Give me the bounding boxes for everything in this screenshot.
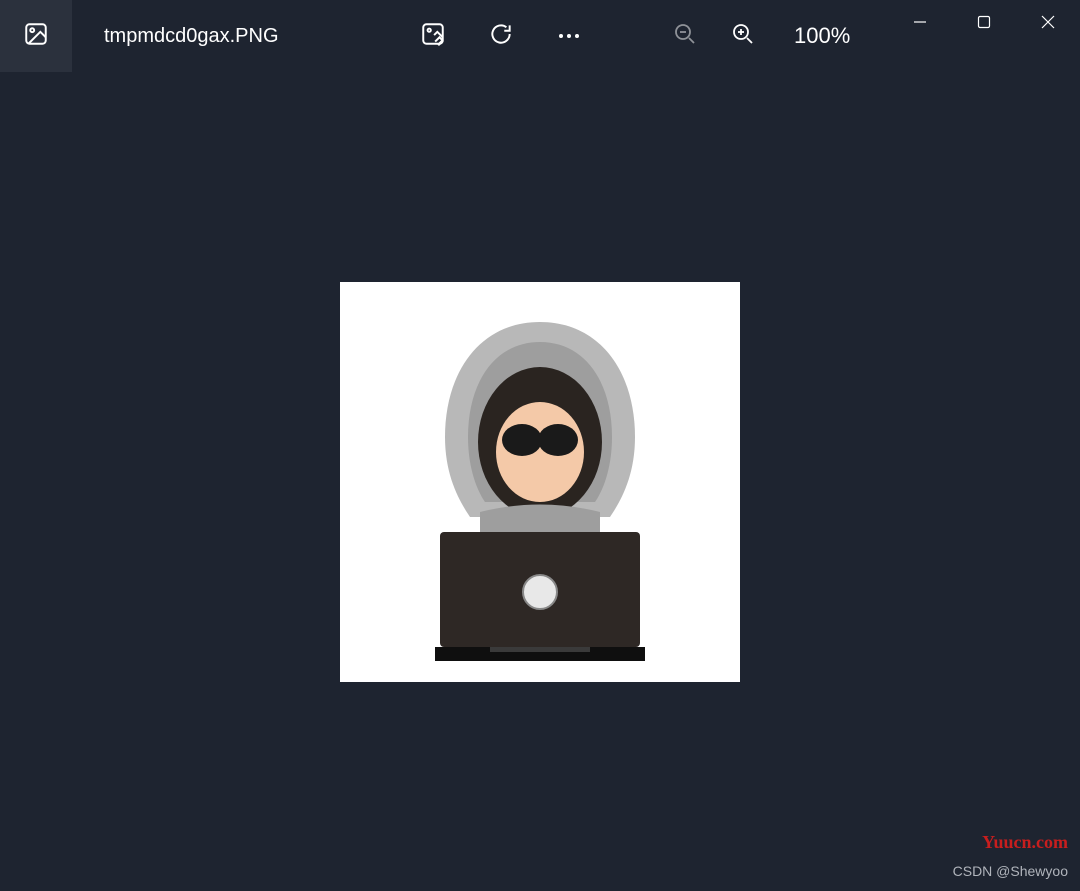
zoom-out-icon (673, 22, 697, 51)
minimize-icon (913, 15, 927, 34)
photo-icon (23, 21, 49, 52)
watermark-site: Yuucn.com (982, 832, 1068, 853)
rotate-icon (488, 21, 514, 52)
filename-label: tmpmdcd0gax.PNG (104, 25, 279, 48)
more-button[interactable] (554, 21, 584, 51)
zoom-controls: 100% (670, 21, 850, 51)
zoom-in-icon (731, 22, 755, 51)
zoom-level-label[interactable]: 100% (794, 23, 850, 49)
maximize-button[interactable] (952, 0, 1016, 48)
window-controls (888, 0, 1080, 48)
edit-image-button[interactable] (418, 21, 448, 51)
hacker-illustration-icon (380, 302, 700, 662)
more-icon (559, 34, 579, 38)
zoom-in-button[interactable] (728, 21, 758, 51)
image-viewport[interactable] (0, 72, 1080, 891)
rotate-button[interactable] (486, 21, 516, 51)
maximize-icon (977, 15, 991, 34)
toolbar-center (418, 21, 584, 51)
zoom-out-button[interactable] (670, 21, 700, 51)
close-button[interactable] (1016, 0, 1080, 48)
app-icon-button[interactable] (0, 0, 72, 72)
close-icon (1041, 15, 1055, 34)
minimize-button[interactable] (888, 0, 952, 48)
displayed-image (340, 282, 740, 682)
titlebar: tmpmdcd0gax.PNG (0, 0, 1080, 72)
watermark-author: CSDN @Shewyoo (953, 863, 1068, 879)
edit-image-icon (420, 21, 446, 52)
